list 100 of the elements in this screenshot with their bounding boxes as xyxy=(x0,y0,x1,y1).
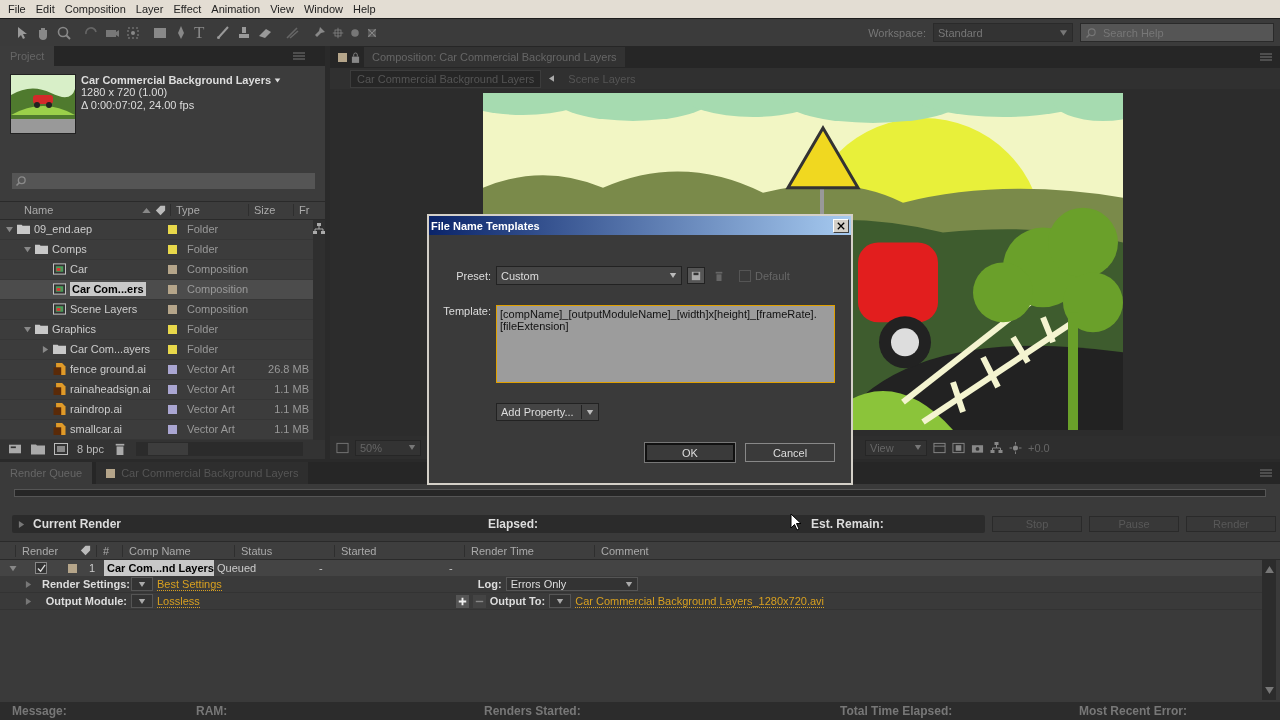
layout-icon[interactable] xyxy=(933,441,946,454)
bit-depth[interactable]: 8 bpc xyxy=(77,443,104,456)
status-label: RAM: xyxy=(196,704,229,718)
label-swatch[interactable] xyxy=(68,563,77,573)
project-search-field[interactable] xyxy=(12,173,315,189)
disclosure-triangle-icon[interactable] xyxy=(9,564,17,572)
flowchart-icon[interactable] xyxy=(313,222,325,235)
template-field[interactable]: [compName]_[outputModuleName]_[width]x[height]_[frameRate].[fileExtension] xyxy=(496,305,835,383)
circle-icon[interactable] xyxy=(349,26,362,39)
output-module-link[interactable]: Lossless xyxy=(157,594,200,608)
dropdown-button[interactable] xyxy=(131,577,153,591)
label-swatch[interactable] xyxy=(168,304,177,314)
dropdown-button[interactable] xyxy=(131,594,153,608)
disclosure-triangle-icon[interactable] xyxy=(25,580,32,588)
type-tool[interactable]: T xyxy=(194,23,205,42)
brush-tool-icon[interactable] xyxy=(215,24,232,41)
lock-icon[interactable] xyxy=(351,51,360,63)
interpret-footage-icon[interactable] xyxy=(8,443,22,456)
column-header[interactable]: Render Time xyxy=(464,544,594,557)
menu-item[interactable]: Effect xyxy=(168,3,207,15)
preset-dropdown[interactable]: Custom xyxy=(496,266,682,285)
zoom-tool-icon[interactable] xyxy=(56,24,72,41)
menu-item[interactable]: Window xyxy=(298,3,348,15)
scrollbar[interactable] xyxy=(313,219,325,440)
column-header[interactable]: # xyxy=(96,544,122,557)
label-tag-icon[interactable] xyxy=(79,544,92,557)
project-item-row[interactable]: Car Composition xyxy=(0,259,313,280)
label-swatch[interactable] xyxy=(168,364,177,374)
dialog-button[interactable]: OK xyxy=(645,443,735,462)
scroll-down-icon[interactable] xyxy=(1264,687,1274,694)
disclosure-triangle-icon[interactable] xyxy=(24,245,31,253)
add-icon[interactable] xyxy=(455,594,469,608)
arrow-left-icon[interactable] xyxy=(549,75,555,82)
disclosure-triangle-icon[interactable] xyxy=(24,325,31,333)
axis-icon[interactable] xyxy=(332,26,345,39)
project-item-row[interactable]: Car Com...ayers Folder xyxy=(0,339,313,360)
project-item-row[interactable]: rainaheadsign.ai Vector Art 1.1 MB xyxy=(0,379,313,400)
column-header[interactable]: Comment xyxy=(594,544,684,557)
folder-icon[interactable] xyxy=(31,443,45,456)
render-settings-link[interactable]: Best Settings xyxy=(157,577,222,591)
label-swatch[interactable] xyxy=(168,244,177,254)
disclosure-triangle-icon[interactable] xyxy=(6,225,13,233)
disclosure-triangle-icon[interactable] xyxy=(18,520,25,528)
render-checkbox[interactable] xyxy=(35,562,47,574)
dialog-button[interactable]: Cancel xyxy=(745,443,835,462)
column-header[interactable]: Size xyxy=(248,204,293,217)
column-header[interactable]: Type xyxy=(170,204,248,217)
caret-icon[interactable] xyxy=(274,77,282,83)
column-header[interactable]: Status xyxy=(234,544,334,557)
column-header[interactable]: Comp Name xyxy=(122,544,234,557)
save-button[interactable] xyxy=(687,267,705,284)
flowchart-icon[interactable] xyxy=(990,441,1003,454)
add-property-dropdown[interactable]: Add Property... xyxy=(496,403,599,421)
scroll-up-icon[interactable] xyxy=(1264,566,1274,573)
output-file-link[interactable]: Car Commercial Background Layers_1280x720.avi xyxy=(575,594,825,608)
column-header[interactable]: Fr xyxy=(293,204,311,217)
menu-item[interactable]: Edit xyxy=(30,3,60,15)
menu-item[interactable]: Composition xyxy=(59,3,131,15)
workspace-dropdown[interactable]: Standard xyxy=(933,23,1073,42)
preview-icon[interactable] xyxy=(336,441,349,454)
log-dropdown[interactable]: Errors Only xyxy=(505,577,638,591)
menu-item[interactable]: Layer xyxy=(130,3,169,15)
label-swatch[interactable] xyxy=(168,344,177,354)
label-swatch[interactable] xyxy=(168,324,177,334)
menu-item[interactable]: View xyxy=(265,3,299,15)
label-swatch[interactable] xyxy=(168,284,177,294)
column-header[interactable]: Name xyxy=(0,204,142,217)
region-icon[interactable] xyxy=(952,441,965,454)
pan-behind-tool-icon[interactable] xyxy=(125,24,141,41)
column-header[interactable]: Started xyxy=(334,544,464,557)
project-item-row[interactable]: Car Com...ers Composition xyxy=(0,279,313,300)
grid-axis-icon[interactable] xyxy=(366,26,379,39)
dropdown-button[interactable] xyxy=(549,594,572,608)
column-header[interactable]: Render xyxy=(15,544,75,557)
composition-icon[interactable] xyxy=(54,443,68,456)
label-swatch[interactable] xyxy=(168,264,177,274)
disclosure-triangle-icon[interactable] xyxy=(25,597,32,605)
item-size: 1.1 MB xyxy=(273,403,310,416)
item-number: 1 xyxy=(87,562,97,574)
exposure-icon[interactable] xyxy=(1009,441,1022,454)
disclosure-triangle-icon[interactable] xyxy=(42,345,49,353)
menu-item[interactable]: File xyxy=(3,3,31,15)
project-item-row[interactable]: fence ground.ai Vector Art 26.8 MB xyxy=(0,359,313,380)
scrollbar[interactable] xyxy=(1262,560,1276,700)
project-item-row[interactable]: Scene Layers Composition xyxy=(0,299,313,320)
status-label: Most Recent Error: xyxy=(1079,704,1188,718)
label-swatch[interactable] xyxy=(168,424,177,434)
project-item-row[interactable]: Comps Folder xyxy=(0,239,313,260)
comp-name[interactable]: Car Com...nd Layers xyxy=(104,560,214,576)
project-item-row[interactable]: Graphics Folder xyxy=(0,319,313,340)
project-item-row[interactable]: smallcar.ai Vector Art 1.1 MB xyxy=(0,419,313,440)
label-swatch[interactable] xyxy=(168,224,177,234)
menu-item[interactable]: Help xyxy=(348,3,381,15)
label-swatch[interactable] xyxy=(168,384,177,394)
label-swatch[interactable] xyxy=(168,404,177,414)
close-button[interactable] xyxy=(833,218,849,233)
project-item-row[interactable]: 09_end.aep Folder xyxy=(0,219,313,240)
label-tag-icon[interactable] xyxy=(154,203,167,217)
project-item-row[interactable]: raindrop.ai Vector Art 1.1 MB xyxy=(0,399,313,420)
menu-item[interactable]: Animation xyxy=(206,3,266,15)
